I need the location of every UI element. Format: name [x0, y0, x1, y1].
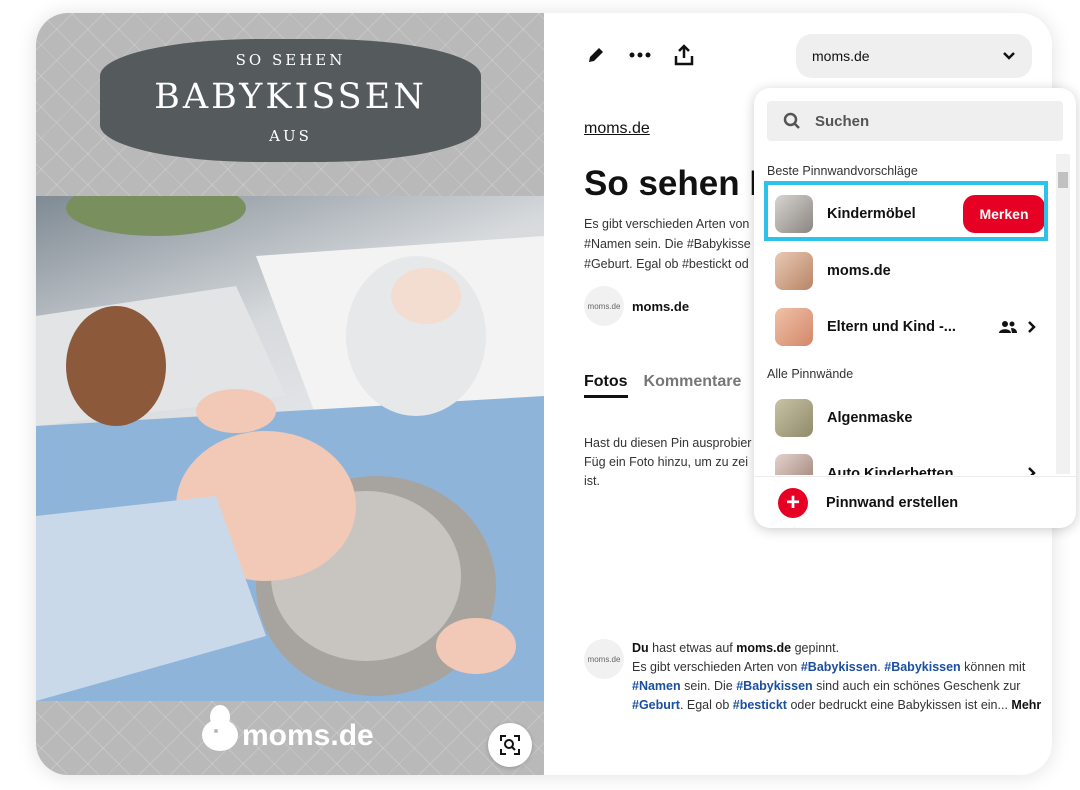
activity-board[interactable]: moms.de	[736, 641, 791, 655]
avatar-text: moms.de	[587, 301, 621, 311]
board-select[interactable]: moms.de	[796, 34, 1032, 78]
group-board-icon	[999, 321, 1017, 333]
hashtag-link[interactable]: #bestickt	[733, 698, 787, 712]
board-thumbnail	[775, 454, 813, 475]
board-name: Algenmaske	[827, 410, 913, 426]
search-placeholder: Suchen	[815, 112, 870, 130]
activity-text-1: hast etwas auf	[648, 641, 737, 655]
tabs: Fotos Kommentare	[584, 373, 741, 398]
chevron-right-icon	[1028, 321, 1036, 333]
activity-line-a: Es gibt verschieden Arten von	[632, 660, 801, 674]
more-options-button[interactable]	[626, 41, 654, 69]
banner-bottom-text: AUS	[269, 127, 312, 145]
author-row[interactable]: moms.de moms.de	[584, 286, 689, 326]
image-banner-area: SO SEHEN BABYKISSEN AUS	[36, 13, 544, 196]
chevron-down-icon	[1003, 52, 1015, 60]
board-thumbnail	[775, 308, 813, 346]
hashtag-link[interactable]: #Geburt	[632, 698, 680, 712]
share-icon	[674, 44, 694, 66]
board-row-eltern-und-kind[interactable]: Eltern und Kind -...	[767, 300, 1053, 354]
plus-icon: +	[778, 487, 808, 518]
board-row-moms-de[interactable]: moms.de	[767, 244, 1053, 298]
section-all: Alle Pinnwände	[767, 367, 854, 381]
board-name: Eltern und Kind -...	[827, 319, 956, 335]
search-input[interactable]: Suchen	[767, 101, 1063, 141]
elephant-logo-icon	[202, 705, 238, 751]
more-link[interactable]: Mehr	[1011, 698, 1041, 712]
activity-text: Du hast etwas auf moms.de gepinnt. Es gib…	[632, 639, 1052, 715]
activity-avatar[interactable]: moms.de	[584, 639, 624, 679]
pencil-icon	[589, 48, 603, 62]
image-footer: moms.de	[36, 701, 544, 775]
scrollbar-thumb[interactable]	[1058, 172, 1068, 188]
watermark-text: moms.de	[242, 719, 374, 752]
pin-image[interactable]: SO SEHEN BABYKISSEN AUS moms.de	[36, 13, 544, 775]
banner-main-text: BABYKISSEN	[154, 77, 427, 117]
activity-text-2: gepinnt.	[791, 641, 840, 655]
banner-top-text: SO SEHEN	[235, 51, 346, 69]
create-board-button[interactable]: + Pinnwand erstellen	[754, 476, 1076, 528]
activity-line-d: sind auch ein schönes Geschenk zur	[812, 679, 1021, 693]
activity-line-f: oder bedruckt eine Babykissen ist ein...	[786, 698, 1012, 712]
source-link[interactable]: moms.de	[584, 120, 650, 138]
hashtag-link[interactable]: #Babykissen	[801, 660, 877, 674]
tab-comments[interactable]: Kommentare	[644, 373, 742, 398]
dropdown-scrollbar[interactable]	[1056, 154, 1070, 474]
board-name: Auto Kinderbetten	[827, 466, 954, 475]
photos-empty-text: Hast du diesen Pin ausprobier Füg ein Fo…	[584, 436, 752, 488]
title-banner: SO SEHEN BABYKISSEN AUS	[100, 39, 481, 162]
tab-photos[interactable]: Fotos	[584, 373, 628, 398]
search-icon	[783, 112, 800, 129]
selection-highlight	[764, 181, 1048, 241]
board-picker-dropdown: Suchen Beste Pinnwandvorschläge Kindermö…	[754, 88, 1076, 528]
edit-button[interactable]	[582, 41, 610, 69]
activity-line-e: . Egal ob	[679, 698, 733, 712]
board-select-value: moms.de	[812, 48, 870, 64]
hashtag-link[interactable]: #Namen	[632, 679, 681, 693]
activity-item: moms.de Du hast etwas auf moms.de gepinn…	[584, 639, 1052, 715]
watermark-logo: moms.de	[196, 703, 374, 753]
board-row-algenmaske[interactable]: Algenmaske	[767, 391, 1053, 445]
author-name[interactable]: moms.de	[632, 299, 689, 314]
board-thumbnail	[775, 252, 813, 290]
hashtag-link[interactable]: #Babykissen	[736, 679, 812, 693]
ellipsis-icon	[629, 52, 651, 58]
baby-photo	[36, 196, 544, 701]
lens-icon	[500, 735, 520, 755]
chevron-right-icon	[1028, 467, 1036, 475]
pin-description: Es gibt verschieden Arten von #Namen sei…	[584, 217, 751, 271]
create-board-label: Pinnwand erstellen	[826, 494, 959, 511]
section-suggested: Beste Pinnwandvorschläge	[767, 164, 918, 178]
activity-user[interactable]: Du	[632, 641, 649, 655]
board-row-auto-kinderbetten[interactable]: Auto Kinderbetten	[767, 447, 1053, 475]
board-name: moms.de	[827, 263, 891, 279]
activity-line-b: können mit	[960, 660, 1026, 674]
visual-search-button[interactable]	[488, 723, 532, 767]
share-button[interactable]	[670, 41, 698, 69]
activity-avatar-text: moms.de	[587, 654, 621, 664]
pin-title: So sehen B	[584, 164, 764, 203]
hashtag-link[interactable]: #Babykissen	[884, 660, 960, 674]
board-thumbnail	[775, 399, 813, 437]
avatar[interactable]: moms.de	[584, 286, 624, 326]
activity-line-c: sein. Die	[680, 679, 737, 693]
